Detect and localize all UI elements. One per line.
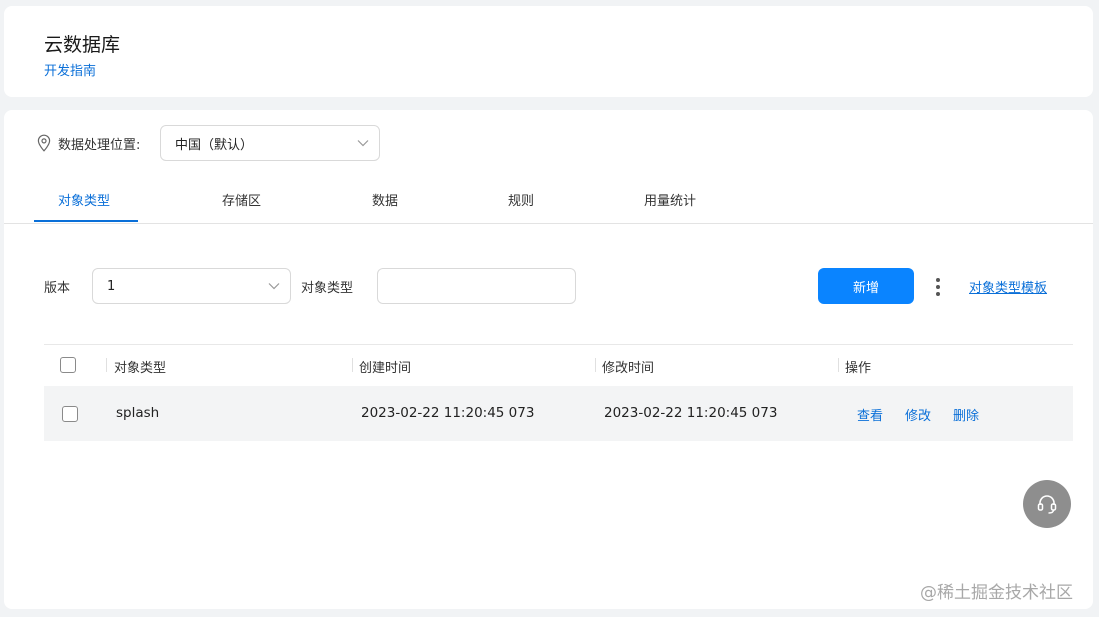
- view-action-link[interactable]: 查看: [857, 405, 883, 424]
- main-card: 数据处理位置: 中国（默认） 对象类型 存储区 数据 规则 用量统计 版本 1 …: [4, 110, 1093, 609]
- tab-data[interactable]: 数据: [372, 190, 398, 209]
- column-header-actions: 操作: [845, 361, 872, 376]
- tab-object-types[interactable]: 对象类型: [58, 190, 110, 209]
- header-card: 云数据库 开发指南: [4, 6, 1093, 97]
- version-select-value: 1: [107, 278, 116, 294]
- chevron-down-icon: [357, 140, 369, 147]
- column-header-object-type: 对象类型: [114, 361, 167, 376]
- column-header-modified: 修改时间: [602, 361, 655, 376]
- object-types-table: 对象类型 创建时间 修改时间 操作 splash 2023-02-22 11:2…: [44, 344, 1073, 441]
- tab-rules[interactable]: 规则: [508, 190, 534, 209]
- tab-usage-stats[interactable]: 用量统计: [644, 190, 696, 209]
- more-vertical-icon[interactable]: [930, 276, 946, 298]
- row-checkbox[interactable]: [62, 406, 78, 422]
- location-pin-icon: [37, 134, 51, 152]
- object-type-filter-label: 对象类型: [301, 281, 354, 296]
- cell-created-time: 2023-02-22 11:20:45 073: [361, 405, 535, 421]
- table-header: 对象类型 创建时间 修改时间 操作: [44, 344, 1073, 386]
- chevron-down-icon: [268, 283, 280, 290]
- delete-action-link[interactable]: 删除: [953, 405, 979, 424]
- select-all-checkbox[interactable]: [60, 357, 76, 373]
- edit-action-link[interactable]: 修改: [905, 405, 931, 424]
- object-type-template-link[interactable]: 对象类型模板: [969, 277, 1047, 296]
- column-divider: [106, 358, 107, 372]
- column-header-created: 创建时间: [359, 361, 412, 376]
- add-button[interactable]: 新增: [818, 268, 914, 304]
- active-tab-indicator: [34, 220, 138, 222]
- tab-bar: 对象类型 存储区 数据 规则 用量统计: [4, 180, 1093, 224]
- table-row: splash 2023-02-22 11:20:45 073 2023-02-2…: [44, 386, 1073, 441]
- location-select-value: 中国（默认）: [175, 137, 254, 153]
- column-divider: [595, 358, 596, 372]
- page-title: 云数据库: [44, 34, 121, 56]
- version-select[interactable]: 1: [92, 268, 291, 304]
- cell-object-type: splash: [116, 405, 160, 421]
- watermark: @稀土掘金技术社区: [920, 583, 1073, 603]
- location-label: 数据处理位置:: [58, 137, 141, 153]
- column-divider: [838, 358, 839, 372]
- version-label: 版本: [44, 281, 71, 296]
- support-button[interactable]: [1023, 480, 1071, 528]
- location-select[interactable]: 中国（默认）: [160, 125, 380, 161]
- location-row: 数据处理位置:: [36, 126, 140, 160]
- object-type-input[interactable]: [377, 268, 576, 304]
- tab-storage-zones[interactable]: 存储区: [222, 190, 261, 209]
- headset-icon: [1037, 495, 1057, 514]
- cell-modified-time: 2023-02-22 11:20:45 073: [604, 405, 778, 421]
- dev-guide-link[interactable]: 开发指南: [44, 60, 96, 79]
- column-divider: [352, 358, 353, 372]
